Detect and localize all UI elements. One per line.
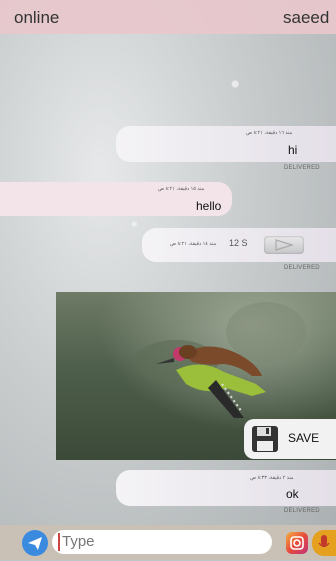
message-timestamp: منذ ١٤ دقيقة، ٨:٢١ ص (170, 241, 217, 247)
delivery-status: DELIVERED (284, 165, 320, 171)
message-timestamp: منذ ١٥ دقيقة، ٨:٢١ ص (158, 186, 205, 192)
voice-duration: 12 S (229, 238, 248, 248)
microphone-icon (318, 535, 330, 548)
message-text: hello (196, 199, 222, 213)
floppy-disk-icon (252, 426, 278, 452)
message-text: hi (288, 143, 298, 157)
instagram-icon (290, 536, 304, 550)
outgoing-message[interactable] (116, 470, 336, 506)
contact-name[interactable]: saeed (283, 8, 329, 28)
input-placeholder: Type (62, 533, 95, 550)
outgoing-message[interactable] (116, 126, 336, 162)
play-icon (275, 239, 293, 251)
message-timestamp: منذ ٢ دقيقة، ٨:٣٣ ص (250, 475, 294, 481)
message-text: ok (286, 487, 299, 501)
send-icon (28, 537, 42, 550)
instagram-button[interactable] (286, 532, 308, 554)
play-button[interactable] (264, 236, 304, 254)
presence-status: online (14, 8, 60, 27)
save-photo-button[interactable]: SAVE (244, 419, 336, 459)
record-voice-button[interactable] (312, 530, 336, 556)
send-button[interactable] (22, 530, 48, 556)
save-label: SAVE (288, 431, 320, 445)
delivery-status: DELIVERED (284, 508, 320, 514)
delivery-status: DELIVERED (284, 265, 320, 271)
text-caret (58, 533, 60, 551)
message-timestamp: منذ ١٦ دقيقة، ٨:٢١ ص (246, 130, 293, 136)
